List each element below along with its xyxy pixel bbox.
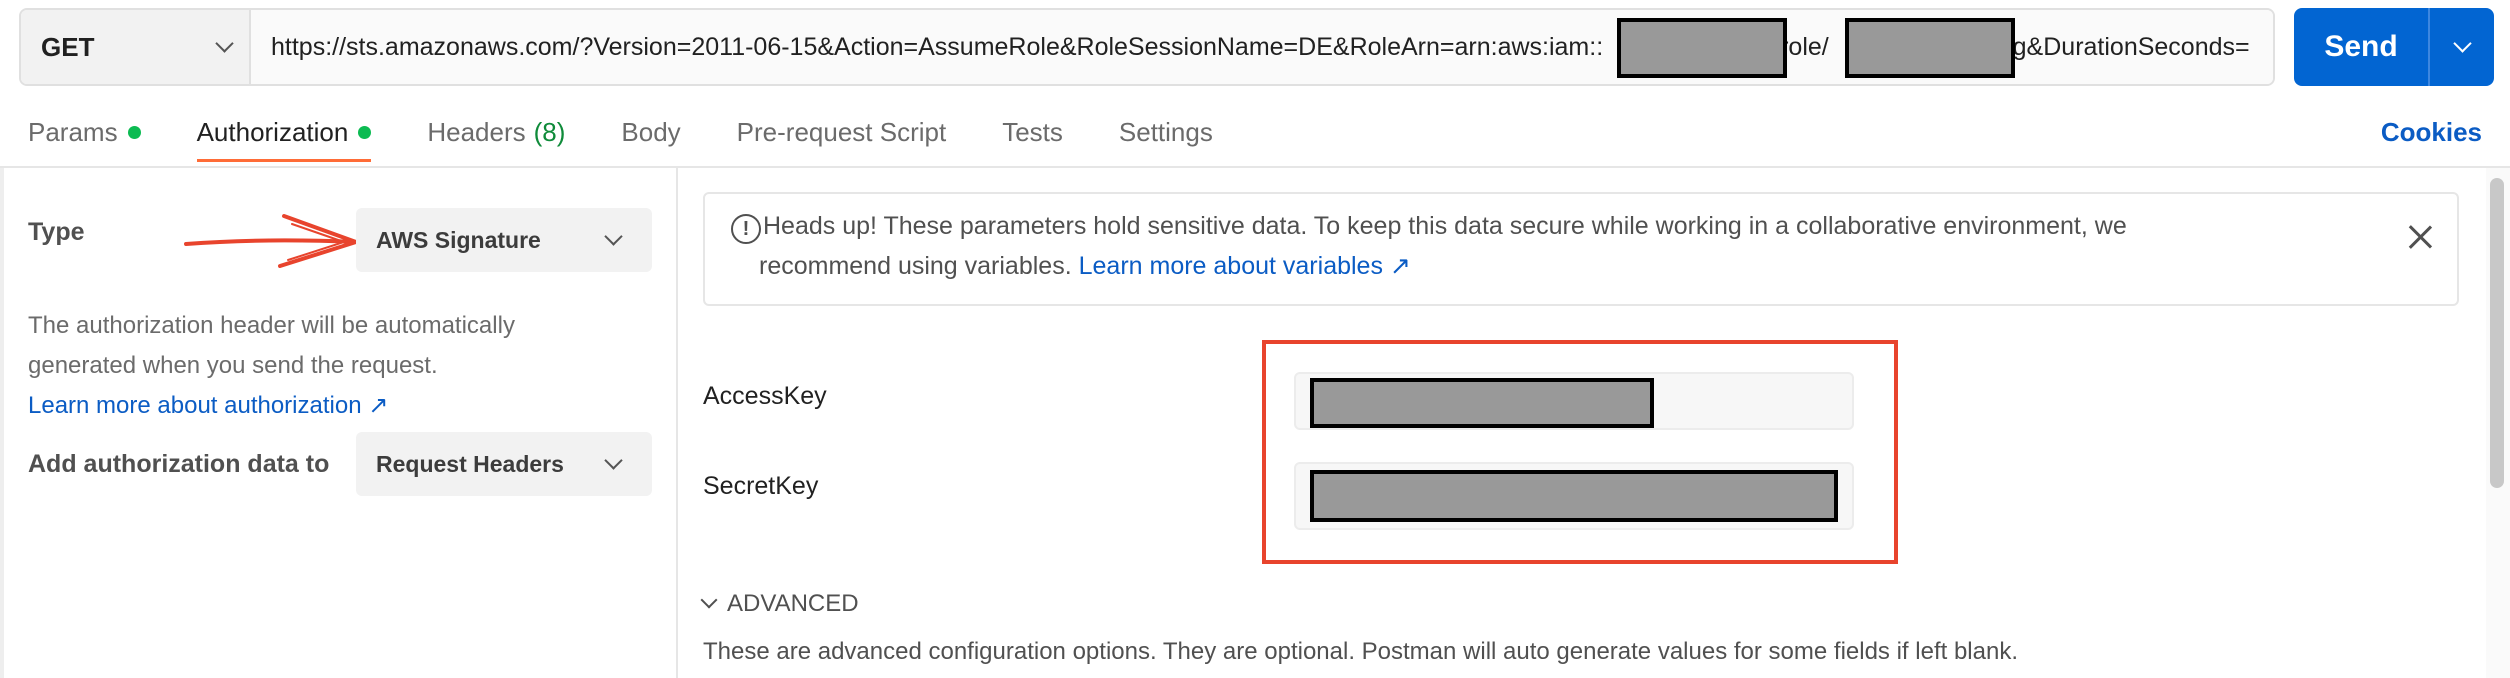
access-key-label: AccessKey [703,382,827,410]
advanced-toggle[interactable]: ADVANCED [700,590,859,618]
tab-label: Tests [1002,116,1063,147]
status-dot [127,125,141,139]
send-button-group: Send [2294,8,2494,86]
annotation-highlight-box [1262,340,1898,564]
tab-headers[interactable]: Headers (8) [427,102,565,162]
annotation-arrow-icon [184,214,358,268]
advanced-label: ADVANCED [727,590,859,617]
tab-pre-request-script[interactable]: Pre-request Script [737,102,947,162]
tab-label: Headers [427,116,526,147]
chevron-down-icon [604,226,623,246]
type-label: Type [28,218,85,246]
add-to-select[interactable]: Request Headers [356,432,652,496]
info-icon: ! [731,214,761,244]
url-text-part3: ng&DurationSeconds= [1998,32,2250,61]
tab-label: Body [621,116,681,147]
request-tabs: Params Authorization Headers (8) Body Pr… [28,102,1269,162]
status-dot [358,125,372,139]
chevron-down-icon [215,33,234,53]
scrollbar-thumb[interactable] [2490,178,2504,488]
sensitive-data-alert: ! Heads up! These parameters hold sensit… [703,192,2459,306]
headers-count: (8) [533,116,566,147]
auth-type-value: AWS Signature [376,226,541,253]
tab-params[interactable]: Params [28,102,141,162]
tab-tests[interactable]: Tests [1002,102,1063,162]
tab-authorization[interactable]: Authorization [196,102,372,162]
chevron-down-icon [2452,33,2472,53]
secret-key-label: SecretKey [703,472,819,500]
tab-label: Params [28,116,118,147]
tab-label: Pre-request Script [736,116,947,147]
url-redaction-1 [1617,18,1787,78]
chevron-down-icon [604,450,623,470]
url-text-part1: https://sts.amazonaws.com/?Version=2011-… [271,32,1604,61]
auth-help-text: The authorization header will be automat… [28,306,628,426]
tab-body[interactable]: Body [621,102,680,162]
method-select[interactable]: GET [21,10,251,84]
add-to-label: Add authorization data to [28,450,330,478]
tab-settings[interactable]: Settings [1119,102,1213,162]
add-to-value: Request Headers [376,450,564,477]
auth-type-select[interactable]: AWS Signature [356,208,652,272]
url-redaction-2 [1845,18,2015,78]
advanced-description: These are advanced configuration options… [703,638,2018,665]
alert-text: Heads up! These parameters hold sensitiv… [759,212,2127,280]
learn-more-variables-link[interactable]: Learn more about variables ↗ [1079,252,1411,280]
close-icon[interactable] [2405,222,2435,252]
tab-label: Authorization [196,116,349,147]
learn-more-auth-link[interactable]: Learn more about authorization ↗ [28,392,388,419]
auth-help-description: The authorization header will be automat… [28,312,515,379]
cookies-link[interactable]: Cookies [2381,102,2482,162]
send-options-button[interactable] [2430,8,2494,86]
tab-label: Settings [1118,116,1213,147]
alert-message: Heads up! These parameters hold sensitiv… [758,206,2258,286]
send-button[interactable]: Send [2294,8,2430,86]
auth-settings-pane: Type AWS Signature The authorization hea… [0,168,678,678]
method-label: GET [41,31,95,62]
chevron-down-icon [700,591,718,609]
